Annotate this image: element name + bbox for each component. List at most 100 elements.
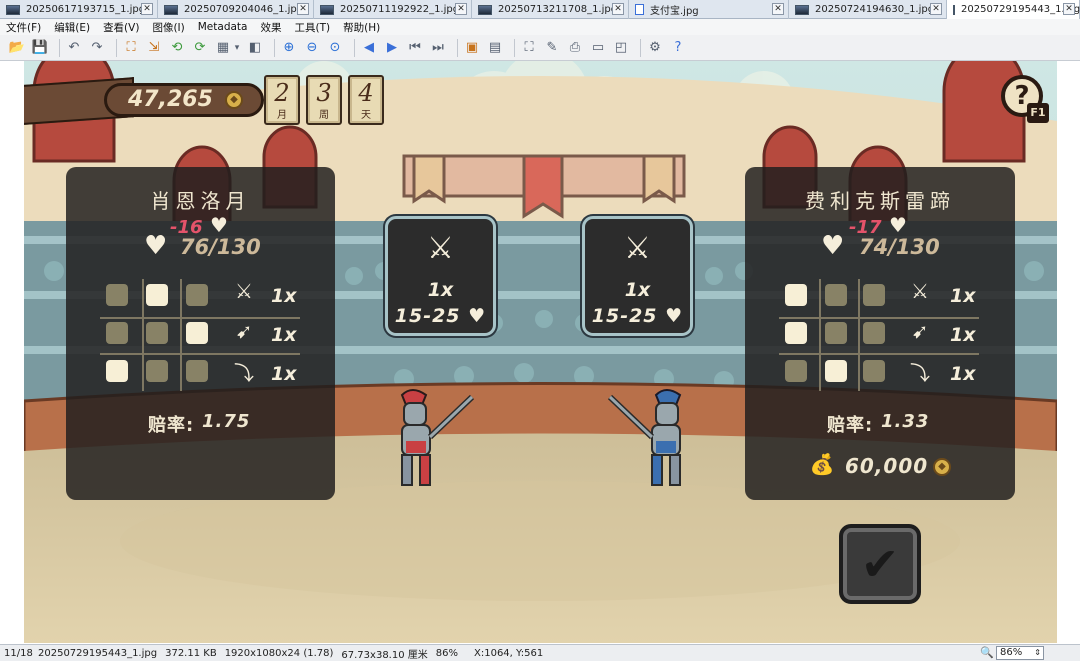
status-physical-size: 67.73x38.10 厘米 (341, 649, 428, 661)
odds-label-right: 赔率: (827, 415, 874, 436)
resize-icon[interactable]: ⇲ (145, 39, 163, 57)
batch-icon[interactable]: ▤ (486, 39, 504, 57)
move-mult-right-3: 1x (950, 363, 976, 385)
close-icon[interactable]: ✕ (612, 3, 624, 15)
image-thumbnail-icon (164, 4, 178, 15)
stance-cell (146, 360, 168, 382)
menu-item-4[interactable]: 图像(I) (152, 20, 184, 35)
bet-bag-icon: 💰 (809, 452, 835, 476)
move-mult-left-2: 1x (271, 324, 297, 346)
card-range-text: 15-25 (394, 305, 461, 327)
stance-cell (186, 360, 208, 382)
zoom-icon: 🔍 (980, 646, 994, 659)
next-icon[interactable]: ▶ (383, 39, 401, 57)
tab-label: 20250709204046_1.jpg (184, 4, 304, 15)
zoom-out-icon[interactable]: ⊖ (303, 39, 321, 57)
heart-icon: ♥ (665, 305, 684, 327)
last-icon[interactable]: ⏭ (429, 39, 447, 57)
heart-icon: ♥ (210, 213, 228, 237)
close-icon[interactable]: ✕ (141, 3, 153, 15)
confirm-button[interactable]: ✔ (839, 524, 921, 604)
stance-cell (186, 284, 208, 306)
close-icon[interactable]: ✕ (1063, 3, 1075, 15)
status-filesize: 372.11 KB (165, 647, 217, 659)
grid-divider (180, 279, 182, 391)
spinner-icon: ⇕ (1034, 648, 1041, 657)
crop-icon[interactable]: ⛶ (122, 39, 140, 57)
zoom-in-icon[interactable]: ⊕ (280, 39, 298, 57)
attack-card-right[interactable]: ⚔ 1x 15-25 ♥ (582, 216, 693, 336)
overhead-slash-stance-icon: ⚔ (624, 231, 651, 266)
chevron-down-icon[interactable]: ▾ (233, 39, 241, 57)
scan-icon[interactable]: ▭ (589, 39, 607, 57)
grid-divider (819, 279, 821, 391)
menu-item-7[interactable]: 工具(T) (294, 20, 330, 35)
tab-6[interactable]: 20250724194630_1.jpg ✕ (789, 0, 947, 19)
date-day-number: 4 (358, 79, 374, 107)
card-mult-right: 1x (624, 279, 651, 301)
move-mult-left-3: 1x (271, 363, 297, 385)
close-icon[interactable]: ✕ (772, 3, 784, 15)
rotate-left-icon[interactable]: ⟲ (168, 39, 186, 57)
status-bar: 11/18 20250729195443_1.jpg 372.11 KB 192… (0, 644, 1080, 661)
stance-cell (785, 360, 807, 382)
toolbar-separator (640, 38, 641, 57)
zoom-select[interactable]: 86% ⇕ (996, 646, 1044, 660)
slideshow-icon[interactable]: ▣ (463, 39, 481, 57)
adjust-icon[interactable]: ◧ (246, 39, 264, 57)
tab-1[interactable]: 20250617193715_1.jpg ✕ (0, 0, 158, 19)
open-folder-icon[interactable]: 📂 (8, 39, 26, 57)
tab-5[interactable]: 支付宝.jpg ✕ (629, 0, 789, 19)
stance-cell (186, 322, 208, 344)
colors-icon[interactable]: ▦ (214, 39, 232, 57)
close-icon[interactable]: ✕ (297, 3, 309, 15)
redo-icon[interactable]: ↷ (88, 39, 106, 57)
image-thumbnail-icon (6, 4, 20, 15)
image-index: 11/18 (4, 647, 33, 659)
heart-icon: ♥ (144, 231, 168, 261)
settings-icon[interactable]: ⚙ (646, 39, 664, 57)
zoom-fit-icon[interactable]: ⊙ (326, 39, 344, 57)
toolbar-separator (457, 38, 458, 57)
stance-cell (825, 284, 847, 306)
toolbar-separator (59, 38, 60, 57)
prev-icon[interactable]: ◀ (360, 39, 378, 57)
bet-amount: 60,000 (845, 454, 929, 478)
card-mult-left: 1x (427, 279, 454, 301)
first-icon[interactable]: ⏮ (406, 39, 424, 57)
menu-item-1[interactable]: 文件(F) (6, 20, 41, 35)
tab-label: 20250724194630_1.jpg (815, 4, 935, 15)
tab-7[interactable]: 20250729195443_1.jpg ✕ (947, 0, 1080, 19)
toolbar-separator (514, 38, 515, 57)
save-icon[interactable]: 💾 (31, 39, 49, 57)
help-icon[interactable]: ? (669, 39, 687, 57)
low-sweep-stance-icon: ⤵ (910, 361, 930, 385)
fighter-name-left: 肖恩洛月 (150, 189, 251, 213)
menu-item-5[interactable]: Metadata (198, 21, 248, 33)
stance-cell (785, 322, 807, 344)
menu-item-6[interactable]: 效果 (260, 20, 281, 35)
undo-icon[interactable]: ↶ (65, 39, 83, 57)
date-card-month: 2 月 (264, 75, 300, 125)
print-icon[interactable]: ⎙ (566, 39, 584, 57)
menu-item-2[interactable]: 编辑(E) (54, 20, 90, 35)
rotate-right-icon[interactable]: ⟳ (191, 39, 209, 57)
grid-divider (858, 279, 860, 391)
tab-2[interactable]: 20250709204046_1.jpg ✕ (158, 0, 314, 19)
capture-icon[interactable]: ◰ (612, 39, 630, 57)
grid-divider (100, 317, 300, 319)
knight-right (608, 389, 682, 486)
close-icon[interactable]: ✕ (455, 3, 467, 15)
menu-item-3[interactable]: 查看(V) (103, 20, 139, 35)
close-icon[interactable]: ✕ (930, 3, 942, 15)
toolbar-separator (354, 38, 355, 57)
tab-4[interactable]: 20250713211708_1.jpg ✕ (472, 0, 629, 19)
stance-cell (825, 322, 847, 344)
edit-icon[interactable]: ✎ (543, 39, 561, 57)
fullscreen-icon[interactable]: ⛶ (520, 39, 538, 57)
heart-icon: ♥ (821, 231, 845, 261)
tab-label: 支付宝.jpg (650, 6, 699, 17)
tab-3[interactable]: 20250711192922_1.jpg ✕ (314, 0, 472, 19)
attack-card-left[interactable]: ⚔ 1x 15-25 ♥ (385, 216, 496, 336)
menu-item-8[interactable]: 帮助(H) (343, 20, 380, 35)
